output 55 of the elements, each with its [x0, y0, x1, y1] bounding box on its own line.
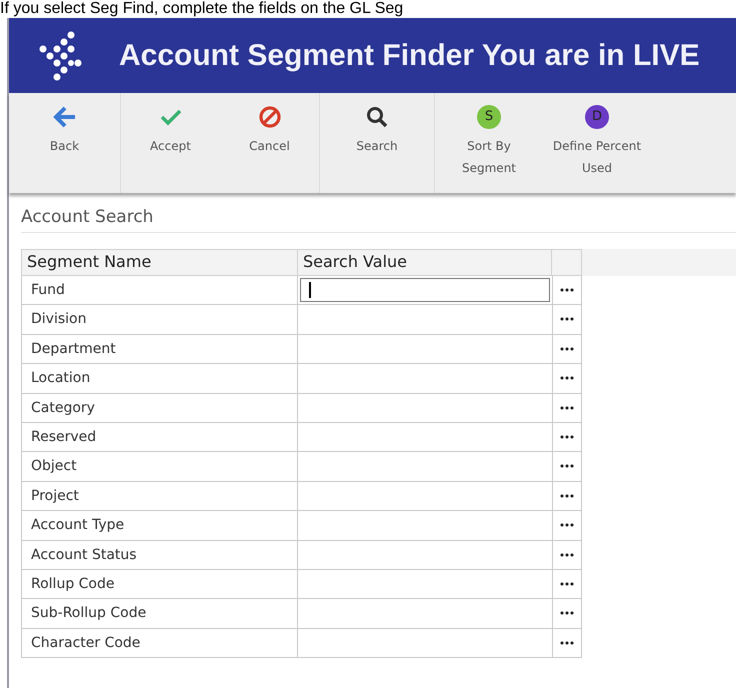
table-cell: Reserved: [21, 422, 297, 452]
column-header: Search Value: [297, 249, 582, 276]
input-field[interactable]: [297, 305, 552, 335]
input-field[interactable]: [297, 599, 552, 629]
accept-button[interactable]: Accept: [121, 93, 220, 193]
column-header: Segment Name: [21, 249, 297, 276]
ellipsis-icon[interactable]: [560, 582, 574, 586]
window-title: Account Segment Finder You are in LIVE: [119, 38, 700, 72]
ellipsis-icon[interactable]: [560, 346, 574, 351]
search-button[interactable]: Search: [320, 93, 434, 193]
badge-button[interactable]: S Sort By Segment: [435, 93, 543, 193]
input-field[interactable]: [297, 394, 552, 423]
table-cell: Category: [21, 394, 297, 423]
input-field[interactable]: [297, 334, 552, 364]
table-cell: Character Code: [21, 628, 297, 658]
table-cell: Rollup Code: [21, 570, 297, 600]
table-cell: Department: [21, 334, 297, 364]
ellipsis-icon[interactable]: [560, 376, 574, 380]
arrow-left-icon: [52, 105, 76, 129]
ellipsis-icon[interactable]: [560, 611, 574, 616]
table-cell: Account Status: [21, 540, 297, 570]
prohibited-icon: [258, 105, 282, 129]
ellipsis-icon[interactable]: [560, 464, 574, 468]
input-field[interactable]: [297, 482, 552, 512]
input-field[interactable]: [297, 364, 552, 394]
ellipsis-icon[interactable]: [560, 494, 574, 498]
input-field[interactable]: [297, 540, 552, 570]
ellipsis-icon[interactable]: [560, 434, 574, 439]
caption-text: If you select Seg Find, complete the fields on the GL Seg: [0, 0, 404, 18]
input-field[interactable]: [297, 452, 552, 482]
ellipsis-icon[interactable]: [560, 406, 574, 410]
ellipsis-icon[interactable]: [560, 552, 574, 557]
input-field[interactable]: [297, 628, 552, 658]
cancel-button[interactable]: Cancel: [220, 93, 319, 193]
table-cell: Division: [21, 305, 297, 335]
table-cell: Object: [21, 452, 297, 482]
input-field[interactable]: [297, 422, 552, 452]
input-field[interactable]: [297, 511, 552, 541]
ellipsis-icon[interactable]: [560, 288, 574, 292]
input-field[interactable]: [297, 570, 552, 600]
table-cell: Account Type: [21, 511, 297, 541]
input-field[interactable]: [297, 276, 552, 306]
table-cell: Fund: [21, 276, 297, 306]
table-cell: Location: [21, 364, 297, 394]
table-cell: Project: [21, 482, 297, 512]
ellipsis-icon[interactable]: [560, 640, 574, 645]
letter-badge-icon: S: [477, 105, 501, 129]
search-icon: [365, 105, 389, 129]
section-title: Account Search: [21, 207, 736, 233]
ellipsis-icon[interactable]: [560, 317, 574, 322]
badge-button[interactable]: D Define Percent Used: [543, 93, 651, 193]
back-button[interactable]: Back: [9, 93, 120, 193]
ellipsis-icon[interactable]: [560, 523, 574, 528]
letter-badge-icon: D: [585, 105, 609, 129]
table-cell: Sub-Rollup Code: [21, 599, 297, 629]
